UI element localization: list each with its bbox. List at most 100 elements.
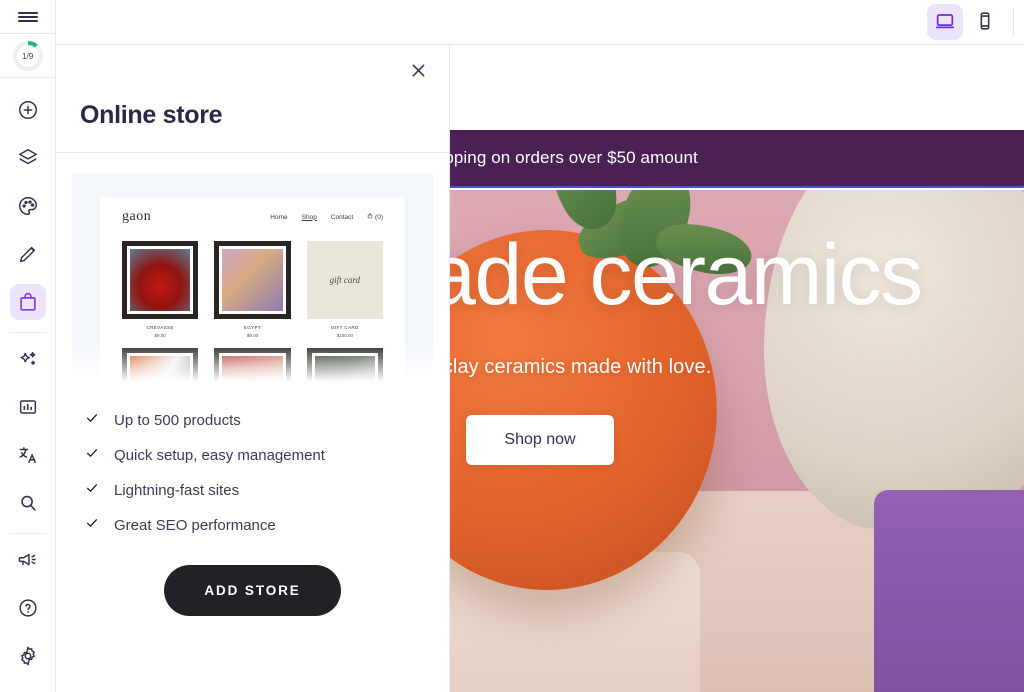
topbar-divider (1013, 8, 1014, 36)
hamburger-bar (17, 19, 38, 22)
sidebar-item-store[interactable] (9, 284, 46, 320)
check-icon (84, 516, 100, 534)
sidebar-item-analytics[interactable] (10, 389, 46, 425)
setup-progress[interactable]: 1/9 (0, 34, 56, 78)
mini-product[interactable]: EGYPT $9.00 (214, 241, 291, 338)
store-template-preview[interactable]: gaon Home Shop Contact (0) CREVASSE $9.0… (72, 173, 433, 385)
translate-icon (17, 444, 39, 466)
sidebar-item-design[interactable] (10, 188, 46, 224)
sparkles-icon (17, 348, 39, 370)
feature-list: Up to 500 products Quick setup, easy man… (72, 385, 433, 534)
top-bar (56, 0, 1024, 45)
panel-body: gaon Home Shop Contact (0) CREVASSE $9.0… (56, 153, 449, 616)
check-icon (84, 446, 100, 464)
mini-product-frame: gift card (306, 241, 383, 319)
mini-product-name: GIFT CARD (330, 325, 359, 330)
mini-nav-contact[interactable]: Contact (331, 214, 353, 221)
mini-product-name: CREVASSE (146, 325, 174, 330)
mini-product[interactable]: SHADOW (306, 348, 383, 385)
sidebar-item-translate[interactable] (10, 437, 46, 473)
bar-chart-icon (17, 396, 39, 418)
sidebar-bottom-group (0, 527, 55, 692)
hero-shop-now-button[interactable]: Shop now (466, 415, 614, 465)
mini-cart[interactable]: (0) (367, 213, 383, 221)
desktop-view-button[interactable] (927, 4, 963, 40)
palette-icon (17, 195, 39, 217)
mini-cart-count: (0) (375, 214, 383, 221)
sidebar-item-add[interactable] (10, 92, 46, 128)
progress-label: 1/9 (16, 44, 39, 67)
mini-product-art (222, 356, 283, 385)
mini-product-art (130, 249, 191, 311)
feature-label: Lightning-fast sites (114, 481, 240, 499)
hamburger-bar (17, 11, 38, 14)
panel-footer: ADD STORE (72, 551, 433, 616)
mini-product-frame (122, 241, 199, 319)
mini-product-grid: CREVASSE $9.00 EGYPT $9.00 gift card GIF… (100, 225, 405, 385)
feature-label: Up to 500 products (114, 411, 241, 429)
view-toggle-group (927, 4, 1003, 40)
sidebar-primary-group (8, 78, 47, 527)
sidebar-item-edit[interactable] (10, 236, 46, 272)
question-circle-icon (17, 597, 39, 619)
mobile-view-button[interactable] (967, 4, 1003, 40)
online-store-panel: Online store gaon Home Shop Contact (0) … (56, 45, 450, 692)
feature-label: Great SEO performance (114, 516, 276, 534)
mini-product-art (314, 356, 375, 385)
mini-site-logo: gaon (122, 209, 152, 224)
mini-product-frame (214, 348, 291, 385)
pencil-icon (17, 243, 39, 265)
mini-product[interactable]: gift card GIFT CARD $100.00 (306, 241, 383, 338)
sidebar-divider-bottom (8, 533, 47, 534)
mini-product-price: $9.00 (246, 333, 259, 338)
mini-nav-home[interactable]: Home (270, 214, 287, 221)
mini-product-art (130, 356, 191, 385)
list-item: Up to 500 products (84, 411, 423, 429)
close-button[interactable] (401, 55, 435, 89)
mini-product-price: $9.00 (154, 333, 166, 338)
search-icon (17, 492, 39, 514)
mini-product-frame (214, 241, 291, 319)
check-icon (84, 411, 100, 429)
gift-card-text: gift card (329, 275, 361, 285)
sidebar-item-pages[interactable] (10, 140, 46, 176)
mini-product-art (222, 249, 283, 311)
add-store-button[interactable]: ADD STORE (164, 565, 341, 616)
list-item: Lightning-fast sites (84, 481, 423, 499)
sidebar-item-help[interactable] (10, 590, 46, 626)
mini-site-nav: Home Shop Contact (0) (270, 213, 383, 221)
mini-product-art: gift card (306, 241, 383, 319)
megaphone-icon (17, 549, 39, 571)
list-item: Quick setup, easy management (84, 446, 423, 464)
layers-icon (17, 147, 39, 169)
sidebar-item-ai[interactable] (10, 341, 46, 377)
mini-product-frame (122, 348, 199, 385)
mobile-icon (974, 10, 996, 35)
panel-header: Online store (56, 45, 449, 153)
feature-label: Quick setup, easy management (114, 446, 325, 464)
sidebar-item-seo[interactable] (10, 485, 46, 521)
hamburger-bar (17, 15, 38, 18)
mini-nav-shop[interactable]: Shop (302, 214, 317, 221)
mini-product[interactable]: DUNES (214, 348, 291, 385)
left-sidebar: 1/9 (0, 0, 56, 692)
hamburger-menu-icon[interactable] (0, 0, 56, 35)
sidebar-item-settings[interactable] (10, 638, 46, 674)
plus-circle-icon (17, 99, 39, 121)
page-title: Online store (80, 101, 223, 129)
gear-icon (17, 645, 39, 667)
list-item: Great SEO performance (84, 516, 423, 534)
sidebar-item-announcements[interactable] (10, 542, 46, 578)
shopping-bag-icon (17, 291, 39, 313)
mini-product-price: $100.00 (336, 333, 353, 338)
sidebar-divider (8, 332, 47, 333)
desktop-icon (934, 10, 956, 35)
mini-product-frame (306, 348, 383, 385)
shopping-bag-icon (367, 213, 375, 221)
mini-site-header: gaon Home Shop Contact (0) (100, 197, 405, 225)
close-icon (409, 61, 428, 83)
app-root: 1/9 Free shipping on orders over $50 amo… (0, 0, 1024, 692)
check-icon (84, 481, 100, 499)
mini-product[interactable]: CREVASSE $9.00 (122, 241, 199, 338)
mini-product[interactable]: TIGER (122, 348, 199, 385)
